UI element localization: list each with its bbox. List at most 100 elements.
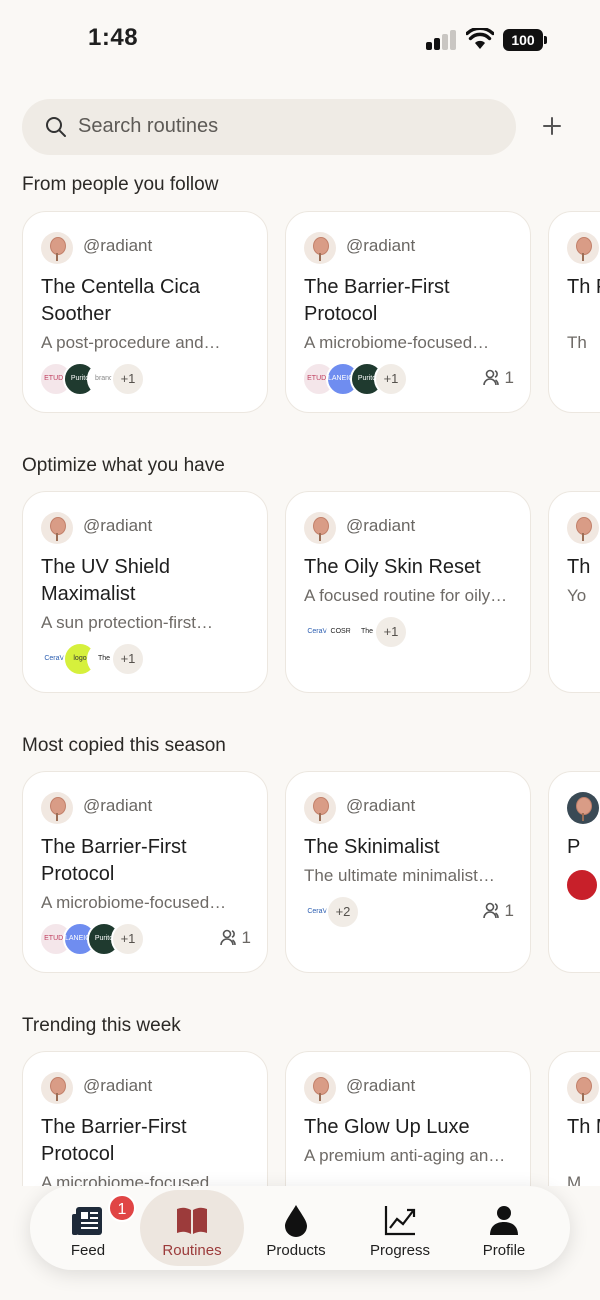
copy-count-value: 1 <box>504 901 514 920</box>
avatar <box>304 792 336 824</box>
section-title: Most copied this season <box>22 735 226 756</box>
card-title: The Barrier-First Protocol <box>41 836 187 885</box>
avatar <box>567 1072 599 1104</box>
card-description: M <box>567 1173 582 1186</box>
card-handle: @radiant <box>83 516 153 535</box>
users-icon <box>482 902 499 919</box>
routine-row[interactable]: @radiant The Barrier-First Protocol A mi… <box>0 771 600 981</box>
routine-row[interactable]: @radiant The Barrier-First Protocol A mi… <box>0 1051 600 1186</box>
routine-card[interactable]: @radiant The Glow Up Luxe A premium anti… <box>285 1051 531 1186</box>
card-description: A focused routine for oily… <box>304 586 508 605</box>
section-title: Optimize what you have <box>22 455 225 476</box>
feed-icon <box>72 1207 102 1235</box>
card-title: Th <box>567 556 591 578</box>
product-logo <box>565 868 599 902</box>
card-title: The Barrier-First Protocol <box>304 276 450 325</box>
avatar <box>567 232 599 264</box>
more-products-badge: +1 <box>111 642 145 676</box>
routine-card[interactable]: P <box>548 771 600 973</box>
avatar <box>304 232 336 264</box>
tab-progress[interactable]: Progress <box>348 1190 452 1266</box>
tab-products[interactable]: Products <box>244 1190 348 1266</box>
card-title: The Centella Cica Soother <box>41 276 200 325</box>
product-chips: CeraVe logo The Ordinary +1 <box>39 642 199 678</box>
copy-count: 1 <box>482 901 514 921</box>
copy-count: 1 <box>219 928 251 948</box>
avatar <box>41 232 73 264</box>
avatar <box>304 512 336 544</box>
notification-badge: 1 <box>108 1194 136 1222</box>
status-bar: 1:48 100 <box>0 0 600 80</box>
card-title: The Oily Skin Reset <box>304 556 481 578</box>
routine-card[interactable]: @radiant The Barrier-First Protocol A mi… <box>22 771 268 973</box>
search-input[interactable]: Search routines <box>22 99 516 155</box>
card-title: The UV Shield Maximalist <box>41 556 170 605</box>
status-time: 1:48 <box>88 24 139 51</box>
tab-label: Products <box>266 1242 326 1259</box>
card-handle: @radiant <box>346 236 416 255</box>
chart-icon <box>384 1206 416 1236</box>
card-handle: @radiant <box>346 1076 416 1095</box>
routine-card[interactable]: @radiant The Oily Skin Reset A focused r… <box>285 491 531 693</box>
tab-label: Progress <box>369 1242 431 1259</box>
tab-routines[interactable]: Routines <box>140 1190 244 1266</box>
more-products-badge: +2 <box>326 895 360 929</box>
avatar <box>41 1072 73 1104</box>
avatar <box>41 792 73 824</box>
card-handle: @radiant <box>346 516 416 535</box>
routine-row[interactable]: @radiant The UV Shield Maximalist A sun … <box>0 491 600 701</box>
card-description: A microbiome-focused… <box>41 893 227 912</box>
product-chips: ETUDE LANEIGE Purito +1 <box>302 362 462 398</box>
product-chips: CeraVe COSRX The Ordinary +1 <box>302 615 462 651</box>
card-title: The Skinimalist <box>304 836 440 858</box>
routine-card[interactable]: @radiant The Centella Cica Soother A pos… <box>22 211 268 413</box>
routine-card[interactable]: @radiant The UV Shield Maximalist A sun … <box>22 491 268 693</box>
avatar <box>567 512 599 544</box>
card-description: The ultimate minimalist… <box>304 866 495 885</box>
routine-row[interactable]: @radiant The Centella Cica Soother A pos… <box>0 211 600 421</box>
card-description: A microbiome-focused… <box>41 1173 227 1186</box>
search-placeholder: Search routines <box>78 115 219 137</box>
product-chips: ETUDE Purito brand +1 <box>39 362 199 398</box>
routine-card[interactable]: @radiant The Skinimalist The ultimate mi… <box>285 771 531 973</box>
battery-icon: 100 <box>503 29 547 51</box>
card-title: The Barrier-First Protocol <box>41 1116 187 1165</box>
person-icon <box>490 1206 518 1235</box>
card-description: A post-procedure and… <box>41 333 221 352</box>
book-icon <box>177 1207 207 1234</box>
card-title: P <box>567 836 581 858</box>
product-chips: CeraVe +2 <box>302 895 462 931</box>
more-products-badge: +1 <box>111 922 145 956</box>
wifi-icon <box>466 28 494 49</box>
product-chips: ETUDE LANEIGE Purito +1 <box>39 922 199 958</box>
avatar <box>304 1072 336 1104</box>
cellular-signal-icon <box>426 30 458 50</box>
card-description: A premium anti-aging an… <box>304 1146 506 1165</box>
card-description: A microbiome-focused… <box>304 333 490 352</box>
search-icon <box>46 117 66 137</box>
more-products-badge: +1 <box>374 615 408 649</box>
copy-count: 1 <box>482 368 514 388</box>
card-handle: @radiant <box>346 796 416 815</box>
card-handle: @radiant <box>83 236 153 255</box>
card-handle: @radiant <box>83 796 153 815</box>
card-title: Th M <box>567 1116 600 1138</box>
tab-label: Feed <box>70 1242 106 1259</box>
card-description: A sun protection-first… <box>41 613 213 632</box>
avatar <box>567 792 599 824</box>
tab-label: Routines <box>162 1242 222 1259</box>
routine-card[interactable]: Th Yo <box>548 491 600 693</box>
card-handle: @radiant <box>83 1076 153 1095</box>
add-routine-button[interactable] <box>536 110 568 142</box>
battery-level: 100 <box>503 29 543 51</box>
copy-count-value: 1 <box>241 928 251 947</box>
more-products-badge: +1 <box>111 362 145 396</box>
routine-card[interactable]: @radiant The Barrier-First Protocol A mi… <box>22 1051 268 1186</box>
users-icon <box>482 369 499 386</box>
tab-profile[interactable]: Profile <box>452 1190 556 1266</box>
routine-card[interactable]: Th P Th <box>548 211 600 413</box>
card-title: Th P <box>567 276 600 298</box>
section-title: Trending this week <box>22 1015 181 1036</box>
routine-card[interactable]: Th M M <box>548 1051 600 1186</box>
routine-card[interactable]: @radiant The Barrier-First Protocol A mi… <box>285 211 531 413</box>
